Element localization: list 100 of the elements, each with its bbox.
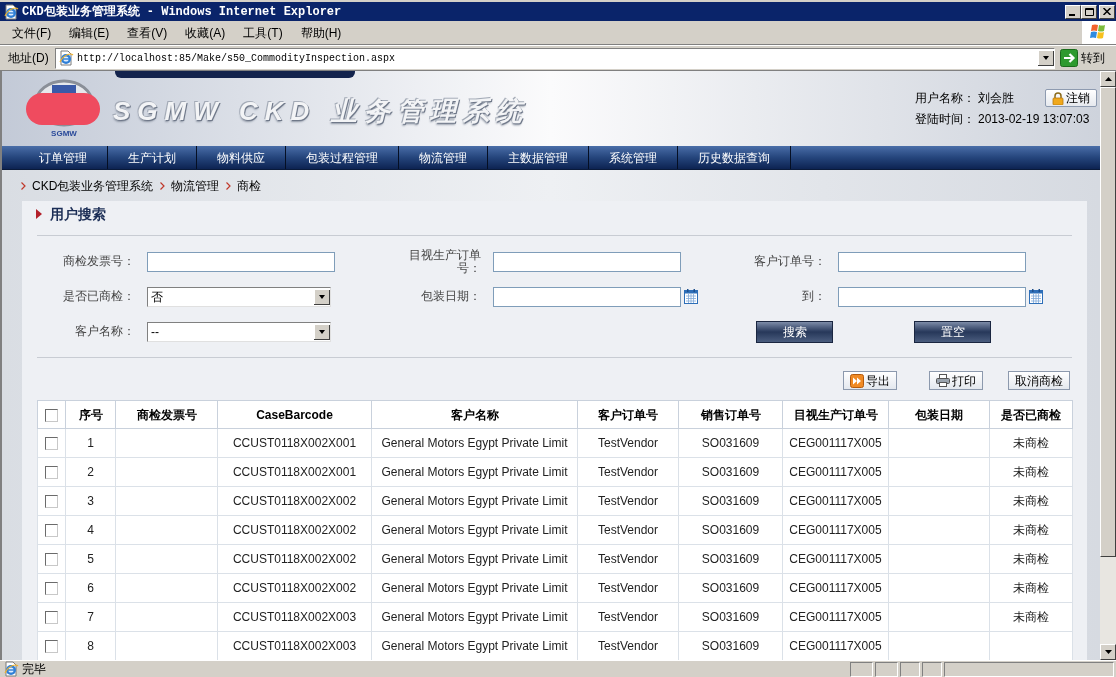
checkbox[interactable] <box>45 466 58 480</box>
table-cell: 未商检 <box>989 457 1073 487</box>
table-cell: 7 <box>65 602 116 632</box>
table-cell: 3 <box>65 486 116 516</box>
table-cell: General Motors Egypt Private Limit <box>371 457 578 487</box>
table-cell: 6 <box>65 573 116 603</box>
menu-item[interactable]: 工具(T) <box>237 22 289 43</box>
column-header: CaseBarcode <box>217 400 372 429</box>
checkbox[interactable] <box>45 437 58 451</box>
window-title: CKD包装业务管理系统 - Windows Internet Explorer <box>22 3 342 21</box>
column-header: 客户订单号 <box>577 400 679 429</box>
breadcrumb-item[interactable]: 商检 <box>237 176 262 195</box>
checkbox[interactable] <box>45 524 58 538</box>
table-cell: TestVendor <box>577 428 679 458</box>
status-pane <box>922 661 942 677</box>
date-field[interactable] <box>838 286 1026 307</box>
checkbox[interactable] <box>45 611 58 625</box>
table-cell: CCUST0118X002X002 <box>217 486 372 516</box>
table-cell: SO031609 <box>678 573 783 603</box>
nav-item[interactable]: 物料供应 <box>197 146 286 169</box>
select-field[interactable]: 否 <box>147 286 331 307</box>
caret-icon[interactable] <box>314 323 330 340</box>
table-cell: General Motors Egypt Private Limit <box>371 573 578 603</box>
checkbox[interactable] <box>45 495 58 509</box>
toolbar-button[interactable]: 导出 <box>843 371 897 390</box>
field-label: 目视生产订单号： <box>408 248 481 275</box>
caret-icon[interactable] <box>314 288 330 305</box>
nav-item[interactable]: 物流管理 <box>399 146 488 169</box>
table-cell: General Motors Egypt Private Limit <box>371 544 578 574</box>
scroll-thumb[interactable] <box>1100 87 1116 557</box>
table-cell: SO031609 <box>678 428 783 458</box>
input-field[interactable] <box>493 251 681 272</box>
menu-item[interactable]: 编辑(E) <box>63 22 116 43</box>
scroll-down-button[interactable] <box>1100 644 1116 660</box>
minimize-button[interactable] <box>1065 4 1081 19</box>
dropdown-icon[interactable] <box>1038 50 1054 66</box>
scroll-up-button[interactable] <box>1100 71 1116 87</box>
login-time-label: 登陆时间： <box>915 111 976 128</box>
checkbox[interactable] <box>45 582 58 596</box>
maximize-button[interactable] <box>1081 4 1097 19</box>
table-cell: TestVendor <box>577 457 679 487</box>
search-button[interactable]: 搜索 <box>756 320 833 343</box>
close-button[interactable] <box>1099 4 1115 19</box>
down-arrow-icon <box>1104 650 1112 654</box>
table-cell: CEG001117X005 <box>782 457 889 487</box>
calendar-icon[interactable] <box>1029 289 1043 304</box>
table-cell: General Motors Egypt Private Limit <box>371 428 578 458</box>
table-cell: 1 <box>65 428 116 458</box>
banner-title: SGMW CKD 业务管理系统 <box>113 95 529 128</box>
table-cell: CEG001117X005 <box>782 602 889 632</box>
nav-item[interactable]: 生产计划 <box>108 146 197 169</box>
column-header: 序号 <box>65 400 116 429</box>
table-cell: 未商检 <box>989 428 1073 458</box>
table-cell: 2 <box>65 457 116 487</box>
up-arrow-icon <box>1104 77 1112 81</box>
table-cell: CEG001117X005 <box>782 486 889 516</box>
printer-icon <box>936 374 950 387</box>
toolbar-button[interactable]: 打印 <box>929 371 983 390</box>
nav-item[interactable]: 历史数据查询 <box>678 146 791 169</box>
arrow-icon <box>1060 49 1078 67</box>
input-field[interactable] <box>147 251 335 272</box>
checkbox[interactable] <box>45 408 58 422</box>
status-pane <box>850 661 873 677</box>
checkbox[interactable] <box>45 640 58 654</box>
nav-item[interactable]: 订单管理 <box>19 146 108 169</box>
table-cell: 未商检 <box>989 573 1073 603</box>
table-cell: CEG001117X005 <box>782 515 889 545</box>
toolbar-button[interactable]: 取消商检 <box>1008 371 1070 390</box>
date-field[interactable] <box>493 286 681 307</box>
table-cell: 未商检 <box>989 515 1073 545</box>
nav-item[interactable]: 包装过程管理 <box>286 146 399 169</box>
go-button[interactable]: 转到 <box>1060 47 1105 69</box>
address-field[interactable]: http://localhost:85/Make/s50_CommodityInspection.aspx <box>55 47 1055 69</box>
nav-item[interactable]: 系统管理 <box>589 146 678 169</box>
reset-button[interactable]: 置空 <box>914 320 991 343</box>
table-cell: CCUST0118X002X002 <box>217 544 372 574</box>
calendar-icon[interactable] <box>684 289 698 304</box>
address-label: 地址(D) <box>8 50 50 67</box>
table-cell: TestVendor <box>577 486 679 516</box>
field-label: 到： <box>802 290 826 303</box>
input-field[interactable] <box>838 251 1026 272</box>
checkbox[interactable] <box>45 553 58 567</box>
table-cell: SO031609 <box>678 515 783 545</box>
breadcrumb-item[interactable]: 物流管理 <box>171 176 220 195</box>
menu-item[interactable]: 查看(V) <box>121 22 174 43</box>
status-text: 完毕 <box>22 662 46 676</box>
table-cell: CCUST0118X002X002 <box>217 515 372 545</box>
table-cell: CCUST0118X002X001 <box>217 428 372 458</box>
table-cell: CCUST0118X002X003 <box>217 602 372 632</box>
select-field[interactable]: -- <box>147 321 331 342</box>
table-cell: 5 <box>65 544 116 574</box>
table-cell: CEG001117X005 <box>782 573 889 603</box>
menu-item[interactable]: 文件(F) <box>6 22 58 43</box>
maximize-icon <box>1084 7 1094 16</box>
nav-item[interactable]: 主数据管理 <box>488 146 589 169</box>
table-cell: CCUST0118X002X001 <box>217 457 372 487</box>
logout-button[interactable]: 注销 <box>1045 89 1097 107</box>
menu-item[interactable]: 收藏(A) <box>179 22 232 43</box>
menu-item[interactable]: 帮助(H) <box>294 22 348 43</box>
breadcrumb-item[interactable]: CKD包装业务管理系统 <box>32 176 154 195</box>
